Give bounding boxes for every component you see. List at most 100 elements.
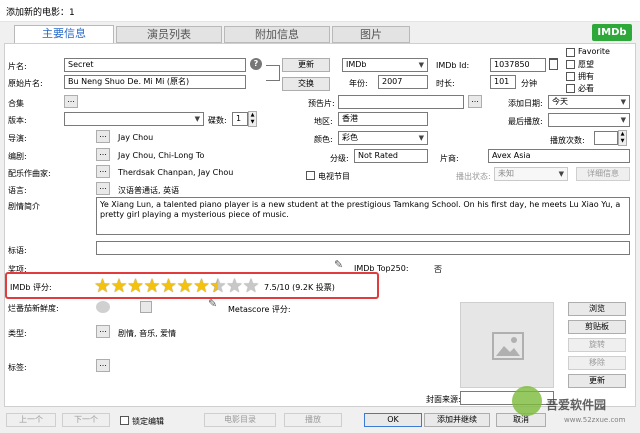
tab-main-info[interactable]: 主要信息 <box>14 25 114 44</box>
director-more-button[interactable]: ... <box>96 130 110 143</box>
runtime-label: 时长: <box>436 79 455 88</box>
favorite-checkbox[interactable] <box>566 48 575 57</box>
chevron-down-icon: ▼ <box>558 170 564 178</box>
imdb-badge[interactable]: IMDb <box>592 24 632 41</box>
writer-more-button[interactable]: ... <box>96 148 110 161</box>
pencil-icon[interactable]: ✎ <box>208 297 217 310</box>
help-icon[interactable]: ? <box>250 58 262 70</box>
trash-icon[interactable] <box>549 58 558 70</box>
star-icon[interactable]: ★ <box>243 277 260 296</box>
trailer-more-button[interactable]: ... <box>468 95 482 108</box>
rating-label: 分级: <box>330 154 349 163</box>
studio-label: 片商: <box>440 154 459 163</box>
wish-checkbox[interactable] <box>566 60 575 69</box>
version-label: 版本: <box>8 116 27 125</box>
tab-extra-info[interactable]: 附加信息 <box>224 26 330 43</box>
star-icon[interactable]: ★ <box>160 277 177 296</box>
next-button[interactable]: 下一个 <box>62 413 110 427</box>
composer-value: Therdsak Chanpan, Jay Chou <box>118 168 234 177</box>
tags-more-button[interactable]: ... <box>96 359 110 372</box>
add-continue-button[interactable]: 添加并继续 <box>424 413 490 427</box>
play-count-spinner[interactable]: ▲ ▼ <box>618 130 627 146</box>
details-button[interactable]: 详细信息 <box>576 167 630 181</box>
must-see-checkbox[interactable] <box>566 84 575 93</box>
year-input[interactable]: 2007 <box>378 75 428 89</box>
must-see-label: 必看 <box>578 84 594 93</box>
title-input[interactable]: Secret <box>64 58 246 72</box>
star-icon[interactable]: ★ <box>144 277 161 296</box>
update-button[interactable]: 更新 <box>282 58 330 72</box>
release-status-value: 未知 <box>498 169 514 178</box>
remove-button[interactable]: 移除 <box>568 356 626 370</box>
composer-more-button[interactable]: ... <box>96 165 110 178</box>
added-date-select[interactable]: 今天 ▼ <box>548 95 630 109</box>
runtime-unit: 分钟 <box>521 79 537 88</box>
wish-label: 愿望 <box>578 60 594 69</box>
trailer-input[interactable] <box>338 95 464 109</box>
year-label: 年份: <box>349 79 368 88</box>
rotate-button[interactable]: 旋转 <box>568 338 626 352</box>
tab-cast[interactable]: 演员列表 <box>116 26 222 43</box>
imdb-rating-label: IMDb 评分: <box>10 283 52 292</box>
lock-edit-checkbox[interactable] <box>120 416 129 425</box>
source-select[interactable]: IMDb ▼ <box>342 58 428 72</box>
version-select[interactable]: ▼ <box>64 112 204 126</box>
tags-label: 标签: <box>8 363 27 372</box>
star-icon[interactable]: ★ <box>193 277 210 296</box>
ok-button[interactable]: OK <box>364 413 422 427</box>
swap-button[interactable]: 交换 <box>282 77 330 91</box>
plot-textarea[interactable]: Ye Xiang Lun, a talented piano player is… <box>96 197 630 235</box>
discs-spinner[interactable]: ▲ ▼ <box>248 111 257 127</box>
discs-input[interactable]: 1 <box>232 112 248 126</box>
star-icon[interactable]: ★ <box>111 277 128 296</box>
clipboard-button[interactable]: 剪贴板 <box>568 320 626 334</box>
pencil-icon[interactable]: ✎ <box>334 258 343 271</box>
trailer-label: 预告片: <box>308 99 335 108</box>
watermark: 吾爱软件园 www.52zxue.com <box>508 376 636 432</box>
rt-label: 烂番茄新鲜度: <box>8 304 59 313</box>
watermark-text: 吾爱软件园 <box>546 398 607 412</box>
discs-label: 碟数: <box>208 116 227 125</box>
chevron-down-icon: ▼ <box>194 115 200 123</box>
imdb-id-input[interactable]: 1037850 <box>490 58 546 72</box>
play-count-input[interactable] <box>594 131 618 145</box>
color-select[interactable]: 彩色 ▼ <box>338 131 428 145</box>
star-icon[interactable]: ★★ <box>210 277 227 296</box>
genre-label: 类型: <box>8 329 27 338</box>
owned-checkbox[interactable] <box>566 72 575 81</box>
tagline-input[interactable] <box>96 241 630 255</box>
collection-more-button[interactable]: ... <box>64 95 78 108</box>
chevron-down-icon: ▼ <box>418 134 424 142</box>
region-input[interactable]: 香港 <box>338 112 428 126</box>
last-played-label: 最后播放: <box>508 117 543 126</box>
star-icon[interactable]: ★ <box>94 277 111 296</box>
prev-button[interactable]: 上一个 <box>6 413 56 427</box>
chevron-down-icon: ▼ <box>620 98 626 106</box>
play-count-label: 播放次数: <box>550 136 585 145</box>
last-played-select[interactable]: ▼ <box>548 113 630 127</box>
star-icon[interactable]: ★ <box>127 277 144 296</box>
release-status-label: 播出状态: <box>456 172 491 181</box>
genre-more-button[interactable]: ... <box>96 325 110 338</box>
rating-input[interactable]: Not Rated <box>354 149 428 163</box>
imdb-top250-value: 否 <box>434 265 442 274</box>
language-more-button[interactable]: ... <box>96 182 110 195</box>
orig-title-input[interactable]: Bu Neng Shuo De. Mi Mi (原名) <box>64 75 246 89</box>
tab-pictures[interactable]: 图片 <box>332 26 410 43</box>
language-label: 语言: <box>8 186 27 195</box>
composer-label: 配乐作曲家: <box>8 169 51 178</box>
release-status-select[interactable]: 未知 ▼ <box>494 167 568 181</box>
studio-input[interactable]: Avex Asia <box>488 149 630 163</box>
star-icon[interactable]: ★ <box>226 277 243 296</box>
tv-show-checkbox[interactable] <box>306 171 315 180</box>
lock-edit-label: 锁定编辑 <box>132 417 164 426</box>
imdb-rating-stars[interactable]: ★★★★★★★★★★★ <box>94 277 262 297</box>
browse-button[interactable]: 浏览 <box>568 302 626 316</box>
title-label: 片名: <box>8 62 27 71</box>
tv-show-label: 电视节目 <box>318 172 350 181</box>
movie-dir-button[interactable]: 电影目录 <box>204 413 276 427</box>
star-icon[interactable]: ★ <box>177 277 194 296</box>
runtime-input[interactable]: 101 <box>490 75 516 89</box>
play-button[interactable]: 播放 <box>284 413 342 427</box>
source-value: IMDb <box>346 60 367 69</box>
